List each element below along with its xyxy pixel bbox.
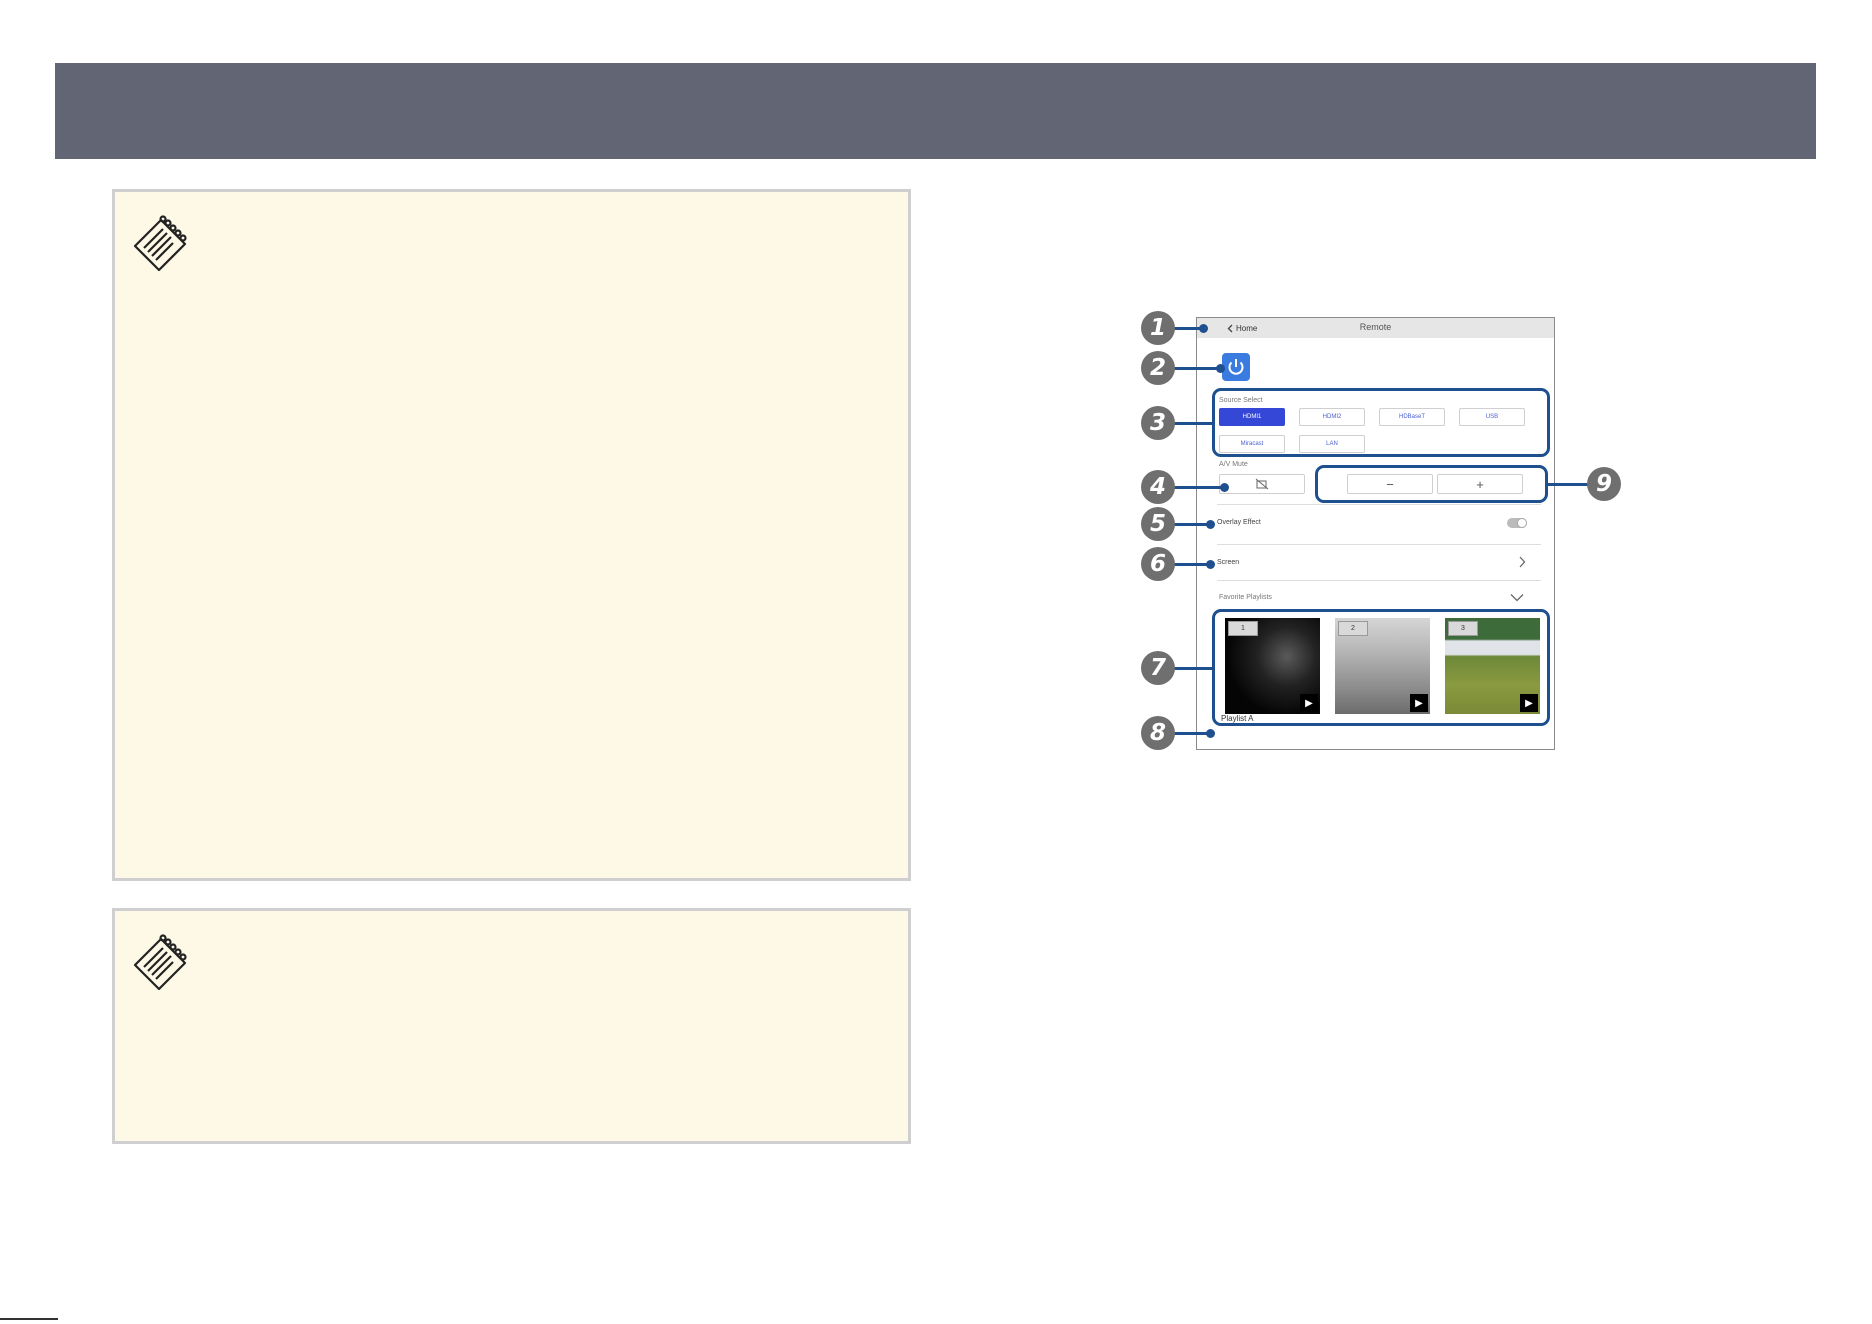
divider xyxy=(1217,580,1541,581)
chevron-down-icon[interactable] xyxy=(1510,593,1524,602)
callout-6: 6 xyxy=(1141,547,1175,581)
callout-1: 1 xyxy=(1141,311,1175,345)
favorite-playlists-label: Favorite Playlists xyxy=(1219,594,1272,601)
screen-row-label[interactable]: Screen xyxy=(1217,559,1239,566)
callout-3: 3 xyxy=(1141,406,1175,440)
callout-leader-6 xyxy=(1174,563,1210,566)
divider xyxy=(1217,544,1541,545)
source-select-outline xyxy=(1212,388,1550,457)
callout-dot-2 xyxy=(1216,364,1225,373)
playlists-outline xyxy=(1212,609,1550,726)
home-back-link[interactable]: Home xyxy=(1227,320,1257,336)
divider xyxy=(1217,504,1541,505)
overlay-effect-label: Overlay Effect xyxy=(1217,519,1261,526)
callout-dot-6 xyxy=(1206,560,1215,569)
header-bar xyxy=(55,63,1816,159)
note-icon xyxy=(133,934,187,991)
av-mute-label: A/V Mute xyxy=(1219,461,1248,468)
callout-2: 2 xyxy=(1141,351,1175,385)
callout-5: 5 xyxy=(1141,507,1175,541)
callout-dot-1 xyxy=(1199,324,1208,333)
callout-dot-4 xyxy=(1220,483,1229,492)
volume-outline xyxy=(1315,465,1548,503)
footer-rule xyxy=(0,1318,58,1320)
callout-4: 4 xyxy=(1141,470,1175,504)
power-icon xyxy=(1228,359,1244,375)
av-mute-button[interactable] xyxy=(1219,474,1305,494)
callout-leader-9 xyxy=(1548,483,1590,486)
callout-dot-5 xyxy=(1206,520,1215,529)
note-box-2 xyxy=(112,908,911,1144)
callout-leader-7 xyxy=(1174,667,1212,670)
chevron-right-icon[interactable] xyxy=(1518,556,1526,568)
callout-7: 7 xyxy=(1141,651,1175,685)
callout-leader-8 xyxy=(1174,732,1210,735)
callout-leader-2 xyxy=(1174,367,1220,370)
note-icon xyxy=(133,215,187,272)
home-label: Home xyxy=(1236,323,1258,333)
callout-8: 8 xyxy=(1141,716,1175,750)
back-chevron-icon xyxy=(1227,324,1233,332)
note-box-1 xyxy=(112,189,911,881)
callout-leader-3 xyxy=(1174,422,1212,425)
overlay-effect-toggle[interactable] xyxy=(1507,518,1527,528)
callout-9: 9 xyxy=(1587,467,1621,501)
callout-dot-8 xyxy=(1206,729,1215,738)
power-button[interactable] xyxy=(1222,353,1250,381)
callout-leader-5 xyxy=(1174,523,1210,526)
callout-leader-4 xyxy=(1174,486,1224,489)
av-mute-icon xyxy=(1255,478,1269,490)
